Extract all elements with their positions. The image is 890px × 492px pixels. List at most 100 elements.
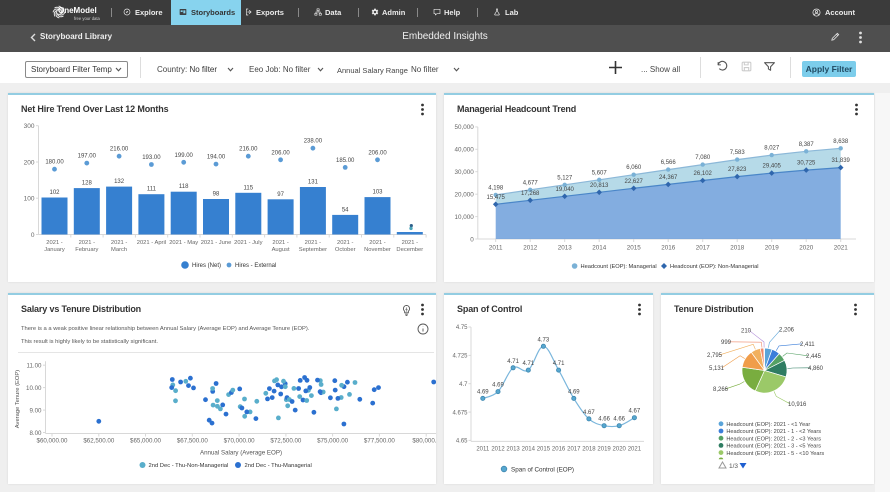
svg-text:2012: 2012	[491, 446, 505, 452]
svg-text:4,860: 4,860	[808, 366, 824, 372]
svg-text:4.71: 4.71	[553, 361, 565, 367]
svg-text:Headcount (EOP): Managerial: Headcount (EOP): Managerial	[581, 264, 657, 270]
svg-text:2021 -: 2021 -	[46, 240, 63, 246]
svg-text:$75,000.00: $75,000.00	[317, 438, 349, 445]
svg-text:2019: 2019	[597, 446, 611, 452]
svg-text:7,583: 7,583	[730, 150, 746, 156]
svg-text:4.67: 4.67	[583, 410, 595, 416]
svg-text:2011: 2011	[489, 245, 503, 252]
svg-text:20,000: 20,000	[455, 192, 475, 199]
svg-text:2013: 2013	[506, 446, 520, 452]
svg-text:300: 300	[24, 123, 35, 130]
svg-text:2019: 2019	[765, 245, 780, 252]
svg-text:100: 100	[24, 196, 35, 203]
svg-text:185.00: 185.00	[336, 158, 355, 164]
svg-text:2014: 2014	[592, 245, 607, 252]
svg-text:210: 210	[741, 329, 752, 335]
svg-text:111: 111	[147, 187, 157, 193]
svg-text:4,677: 4,677	[523, 180, 539, 186]
svg-text:2018: 2018	[730, 245, 745, 252]
svg-text:2021 - May: 2021 - May	[169, 240, 198, 246]
svg-text:200: 200	[24, 159, 35, 166]
svg-text:180.00: 180.00	[45, 160, 64, 166]
svg-text:8,638: 8,638	[833, 139, 849, 145]
svg-text:131: 131	[308, 180, 319, 186]
svg-text:27,823: 27,823	[728, 167, 747, 173]
svg-text:January: January	[44, 247, 65, 253]
svg-text:102: 102	[49, 190, 60, 196]
svg-text:8,387: 8,387	[799, 142, 815, 148]
svg-text:5,131: 5,131	[709, 366, 725, 372]
svg-text:$65,000.00: $65,000.00	[130, 438, 162, 445]
svg-text:2021 -: 2021 -	[305, 240, 322, 246]
svg-text:2013: 2013	[558, 245, 573, 252]
svg-text:2021 - July: 2021 - July	[234, 240, 262, 246]
svg-text:2021 -: 2021 -	[402, 240, 419, 246]
svg-text:2018: 2018	[582, 446, 596, 452]
svg-text:2021: 2021	[834, 245, 849, 252]
svg-text:2017: 2017	[696, 245, 711, 252]
svg-text:4.71: 4.71	[507, 359, 519, 365]
svg-text:4.725: 4.725	[452, 354, 468, 360]
svg-text:999: 999	[721, 340, 732, 346]
svg-text:December: December	[396, 247, 423, 253]
svg-text:2,795: 2,795	[707, 353, 723, 359]
svg-text:$67,500.00: $67,500.00	[177, 438, 209, 445]
svg-text:4.66: 4.66	[613, 417, 625, 423]
svg-text:30,725: 30,725	[797, 161, 816, 167]
svg-text:4.67: 4.67	[629, 409, 641, 415]
svg-text:4.675: 4.675	[452, 410, 468, 416]
svg-text:6,566: 6,566	[661, 160, 677, 166]
svg-text:September: September	[299, 247, 327, 253]
svg-text:2016: 2016	[552, 446, 566, 452]
svg-text:2,411: 2,411	[800, 342, 815, 348]
svg-text:118: 118	[179, 184, 189, 190]
svg-text:50,000: 50,000	[455, 124, 475, 131]
svg-text:4.69: 4.69	[568, 389, 580, 395]
svg-text:$70,000.00: $70,000.00	[224, 438, 256, 445]
svg-text:2020: 2020	[799, 245, 814, 252]
svg-text:10,916: 10,916	[788, 402, 807, 408]
svg-text:2015: 2015	[537, 446, 551, 452]
svg-text:2,445: 2,445	[806, 354, 822, 360]
svg-text:4.66: 4.66	[598, 417, 610, 423]
svg-text:$80,000...: $80,000...	[412, 438, 436, 445]
svg-text:216.00: 216.00	[239, 147, 258, 153]
svg-text:54: 54	[342, 207, 349, 213]
svg-text:238.00: 238.00	[304, 139, 323, 145]
svg-text:115: 115	[244, 185, 254, 191]
svg-text:Headcount (EOP): 2021 - <1 Yea: Headcount (EOP): 2021 - <1 Year	[726, 422, 810, 428]
svg-text:29,405: 29,405	[763, 164, 782, 170]
svg-text:Headcount (EOP): 2021 - 5 - <1: Headcount (EOP): 2021 - 5 - <10 Years	[726, 451, 824, 457]
svg-text:4.69: 4.69	[492, 383, 504, 389]
svg-text:10,000: 10,000	[455, 214, 475, 221]
svg-text:2015: 2015	[627, 245, 642, 252]
svg-text:128: 128	[82, 181, 93, 187]
svg-text:22,627: 22,627	[625, 179, 644, 185]
svg-text:17,268: 17,268	[521, 191, 540, 197]
svg-text:8,266: 8,266	[713, 387, 729, 393]
svg-text:10.00: 10.00	[26, 385, 42, 392]
svg-text:7,080: 7,080	[695, 155, 711, 161]
svg-text:November: November	[364, 247, 391, 253]
svg-text:Headcount (EOP): Non-Manageria: Headcount (EOP): Non-Managerial	[670, 264, 759, 270]
svg-text:2021 - April: 2021 - April	[137, 240, 166, 246]
svg-text:40,000: 40,000	[455, 147, 475, 154]
svg-text:194.00: 194.00	[207, 155, 226, 161]
svg-text:2012: 2012	[523, 245, 538, 252]
svg-text:4.71: 4.71	[522, 361, 534, 367]
svg-text:Span of Control (EOP): Span of Control (EOP)	[511, 466, 574, 473]
svg-text:2021: 2021	[628, 446, 642, 452]
svg-text:Headcount (EOP): 2021 - 1 - <2: Headcount (EOP): 2021 - 1 - <2 Years	[726, 429, 821, 435]
svg-text:Headcount (EOP): 2021 - 3 - <5: Headcount (EOP): 2021 - 3 - <5 Years	[726, 444, 821, 450]
svg-text:Hires - External: Hires - External	[235, 263, 276, 269]
svg-text:8.00: 8.00	[29, 430, 42, 437]
svg-text:2021 -: 2021 -	[337, 240, 354, 246]
svg-text:193.00: 193.00	[142, 155, 161, 161]
svg-text:$60,000.00: $60,000.00	[37, 438, 69, 445]
svg-text:11.00: 11.00	[26, 363, 42, 370]
svg-text:Hires (Net): Hires (Net)	[192, 263, 221, 269]
svg-text:4.75: 4.75	[456, 325, 468, 331]
svg-text:4.73: 4.73	[538, 337, 550, 343]
svg-text:30,000: 30,000	[455, 169, 475, 176]
